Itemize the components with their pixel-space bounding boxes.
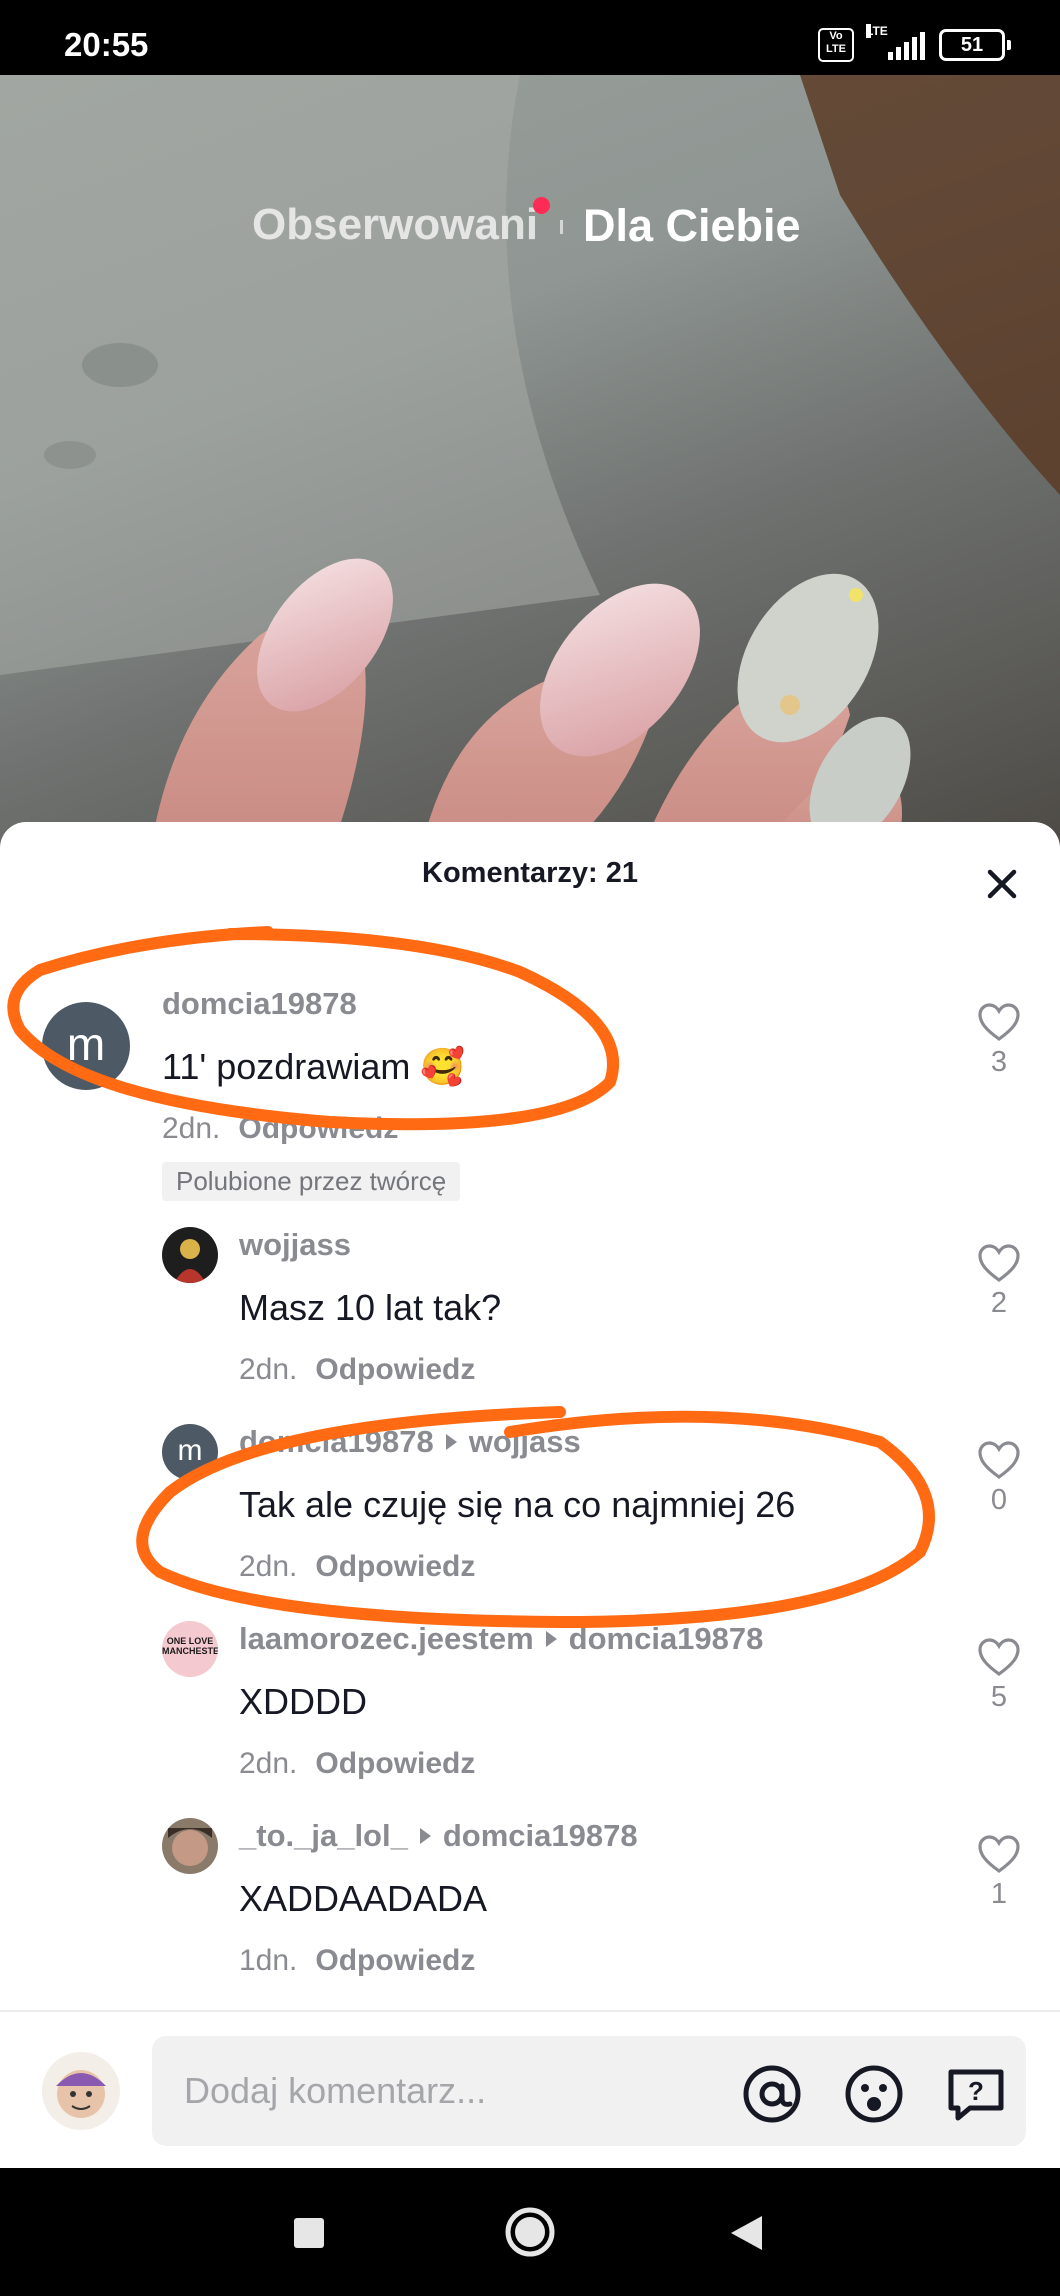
mention-icon[interactable] bbox=[742, 2064, 802, 2124]
volte-icon: Vo LTE bbox=[818, 28, 854, 62]
emoji-icon[interactable] bbox=[844, 2064, 904, 2124]
avatar[interactable] bbox=[162, 1818, 218, 1874]
svg-text:?: ? bbox=[968, 2076, 984, 2106]
heart-icon bbox=[978, 1003, 1020, 1041]
notification-dot bbox=[533, 197, 550, 214]
like-button[interactable]: 0 bbox=[976, 1440, 1022, 1517]
home-button[interactable] bbox=[503, 2205, 557, 2259]
close-icon[interactable] bbox=[984, 866, 1020, 902]
comment-time: 2dn. bbox=[239, 1747, 298, 1780]
recent-apps-button[interactable] bbox=[294, 2218, 324, 2248]
tab-for-you[interactable]: Dla Ciebie bbox=[583, 200, 801, 252]
reply-to-username[interactable]: domcia19878 bbox=[569, 1621, 764, 1656]
like-count: 2 bbox=[990, 1287, 1008, 1319]
question-icon[interactable]: ? bbox=[946, 2064, 1006, 2124]
reply-arrow-icon bbox=[419, 1828, 431, 1844]
like-count: 3 bbox=[990, 1046, 1008, 1078]
comment-username[interactable]: domcia19878 bbox=[162, 986, 357, 1022]
like-button[interactable]: 5 bbox=[976, 1637, 1022, 1714]
avatar-text: ONE LOVE MANCHESTER bbox=[162, 1636, 218, 1656]
reply-button[interactable]: Odpowiedz bbox=[238, 1112, 398, 1145]
comment-text: XADDAADADA bbox=[239, 1878, 488, 1919]
reply-button[interactable]: Odpowiedz bbox=[315, 1550, 475, 1583]
comment-input-bar: ? bbox=[0, 2010, 1060, 2170]
network-type: LTE bbox=[866, 24, 888, 38]
like-count: 1 bbox=[990, 1878, 1008, 1910]
signal-icon: LTE bbox=[866, 24, 925, 60]
comment-meta: 2dn. Odpowiedz bbox=[239, 1747, 475, 1781]
status-time: 20:55 bbox=[64, 26, 149, 63]
avatar[interactable]: ONE LOVE MANCHESTER bbox=[162, 1621, 218, 1677]
comment-time: 2dn. bbox=[162, 1112, 221, 1145]
comment-meta: 2dn. Odpowiedz bbox=[162, 1112, 398, 1146]
status-bar: 20:55 Vo LTE LTE 51 bbox=[0, 0, 1060, 75]
like-count: 5 bbox=[990, 1681, 1008, 1713]
like-count: 0 bbox=[990, 1484, 1008, 1516]
liked-by-creator-badge: Polubione przez twórcę bbox=[162, 1162, 461, 1201]
comment-time: 2dn. bbox=[239, 1550, 298, 1583]
heart-icon bbox=[978, 1244, 1020, 1282]
like-button[interactable]: 3 bbox=[976, 1002, 1022, 1079]
like-button[interactable]: 1 bbox=[976, 1834, 1022, 1911]
comment-username[interactable]: wojjass bbox=[239, 1227, 351, 1263]
comment-meta: 2dn. Odpowiedz bbox=[239, 1550, 475, 1584]
like-button[interactable]: 2 bbox=[976, 1243, 1022, 1320]
reply-button[interactable]: Odpowiedz bbox=[315, 1353, 475, 1386]
avatar-letter: m bbox=[177, 1434, 203, 1467]
tab-separator bbox=[560, 220, 563, 234]
comment-username[interactable]: domcia19878 wojjass bbox=[239, 1424, 581, 1460]
battery-icon: 51 bbox=[939, 29, 1011, 61]
avatar-image bbox=[174, 1239, 206, 1283]
comment-time: 2dn. bbox=[239, 1353, 298, 1386]
comment-username[interactable]: _to._ja_lol_ domcia19878 bbox=[239, 1818, 638, 1854]
comment-text: 11' pozdrawiam 🥰 bbox=[162, 1046, 466, 1087]
video-frame bbox=[0, 75, 1060, 855]
avatar-image bbox=[56, 2070, 106, 2118]
reply-button[interactable]: Odpowiedz bbox=[315, 1747, 475, 1780]
comments-count-title: Komentarzy: 21 bbox=[422, 857, 638, 889]
comment-text: Masz 10 lat tak? bbox=[239, 1287, 502, 1328]
heart-icon bbox=[978, 1638, 1020, 1676]
system-nav-bar bbox=[0, 2168, 1060, 2296]
heart-icon bbox=[978, 1441, 1020, 1479]
comment-time: 1dn. bbox=[239, 1944, 298, 1977]
comment-meta: 1dn. Odpowiedz bbox=[239, 1944, 475, 1978]
comment-username[interactable]: laamorozec.jeestem domcia19878 bbox=[239, 1621, 763, 1657]
username-text: _to._ja_lol_ bbox=[239, 1818, 408, 1853]
video-player[interactable]: Obserwowani Dla Ciebie bbox=[0, 75, 1060, 855]
reply-arrow-icon bbox=[445, 1434, 457, 1450]
status-icons: Vo LTE LTE 51 bbox=[818, 24, 1011, 62]
heart-icon bbox=[978, 1835, 1020, 1873]
avatar-image bbox=[168, 1828, 212, 1866]
avatar[interactable]: m bbox=[42, 1002, 130, 1090]
username-text: domcia19878 bbox=[239, 1424, 434, 1459]
tab-following[interactable]: Obserwowani bbox=[252, 200, 538, 250]
reply-button[interactable]: Odpowiedz bbox=[315, 1944, 475, 1977]
avatar-letter: m bbox=[66, 1018, 106, 1070]
back-button[interactable] bbox=[728, 2214, 764, 2252]
username-text: laamorozec.jeestem bbox=[239, 1621, 534, 1656]
my-avatar[interactable] bbox=[42, 2052, 120, 2130]
comment-meta: 2dn. Odpowiedz bbox=[239, 1353, 475, 1387]
avatar[interactable]: m bbox=[162, 1424, 218, 1480]
comment-text: Tak ale czuję się na co najmniej 26 bbox=[239, 1484, 796, 1525]
comment-text: XDDDD bbox=[239, 1681, 368, 1722]
reply-arrow-icon bbox=[545, 1631, 557, 1647]
comments-sheet: Komentarzy: 21 m domcia19878 11' pozdraw… bbox=[0, 822, 1060, 2168]
reply-to-username[interactable]: domcia19878 bbox=[443, 1818, 638, 1853]
reply-to-username[interactable]: wojjass bbox=[469, 1424, 581, 1459]
avatar[interactable] bbox=[162, 1227, 218, 1283]
